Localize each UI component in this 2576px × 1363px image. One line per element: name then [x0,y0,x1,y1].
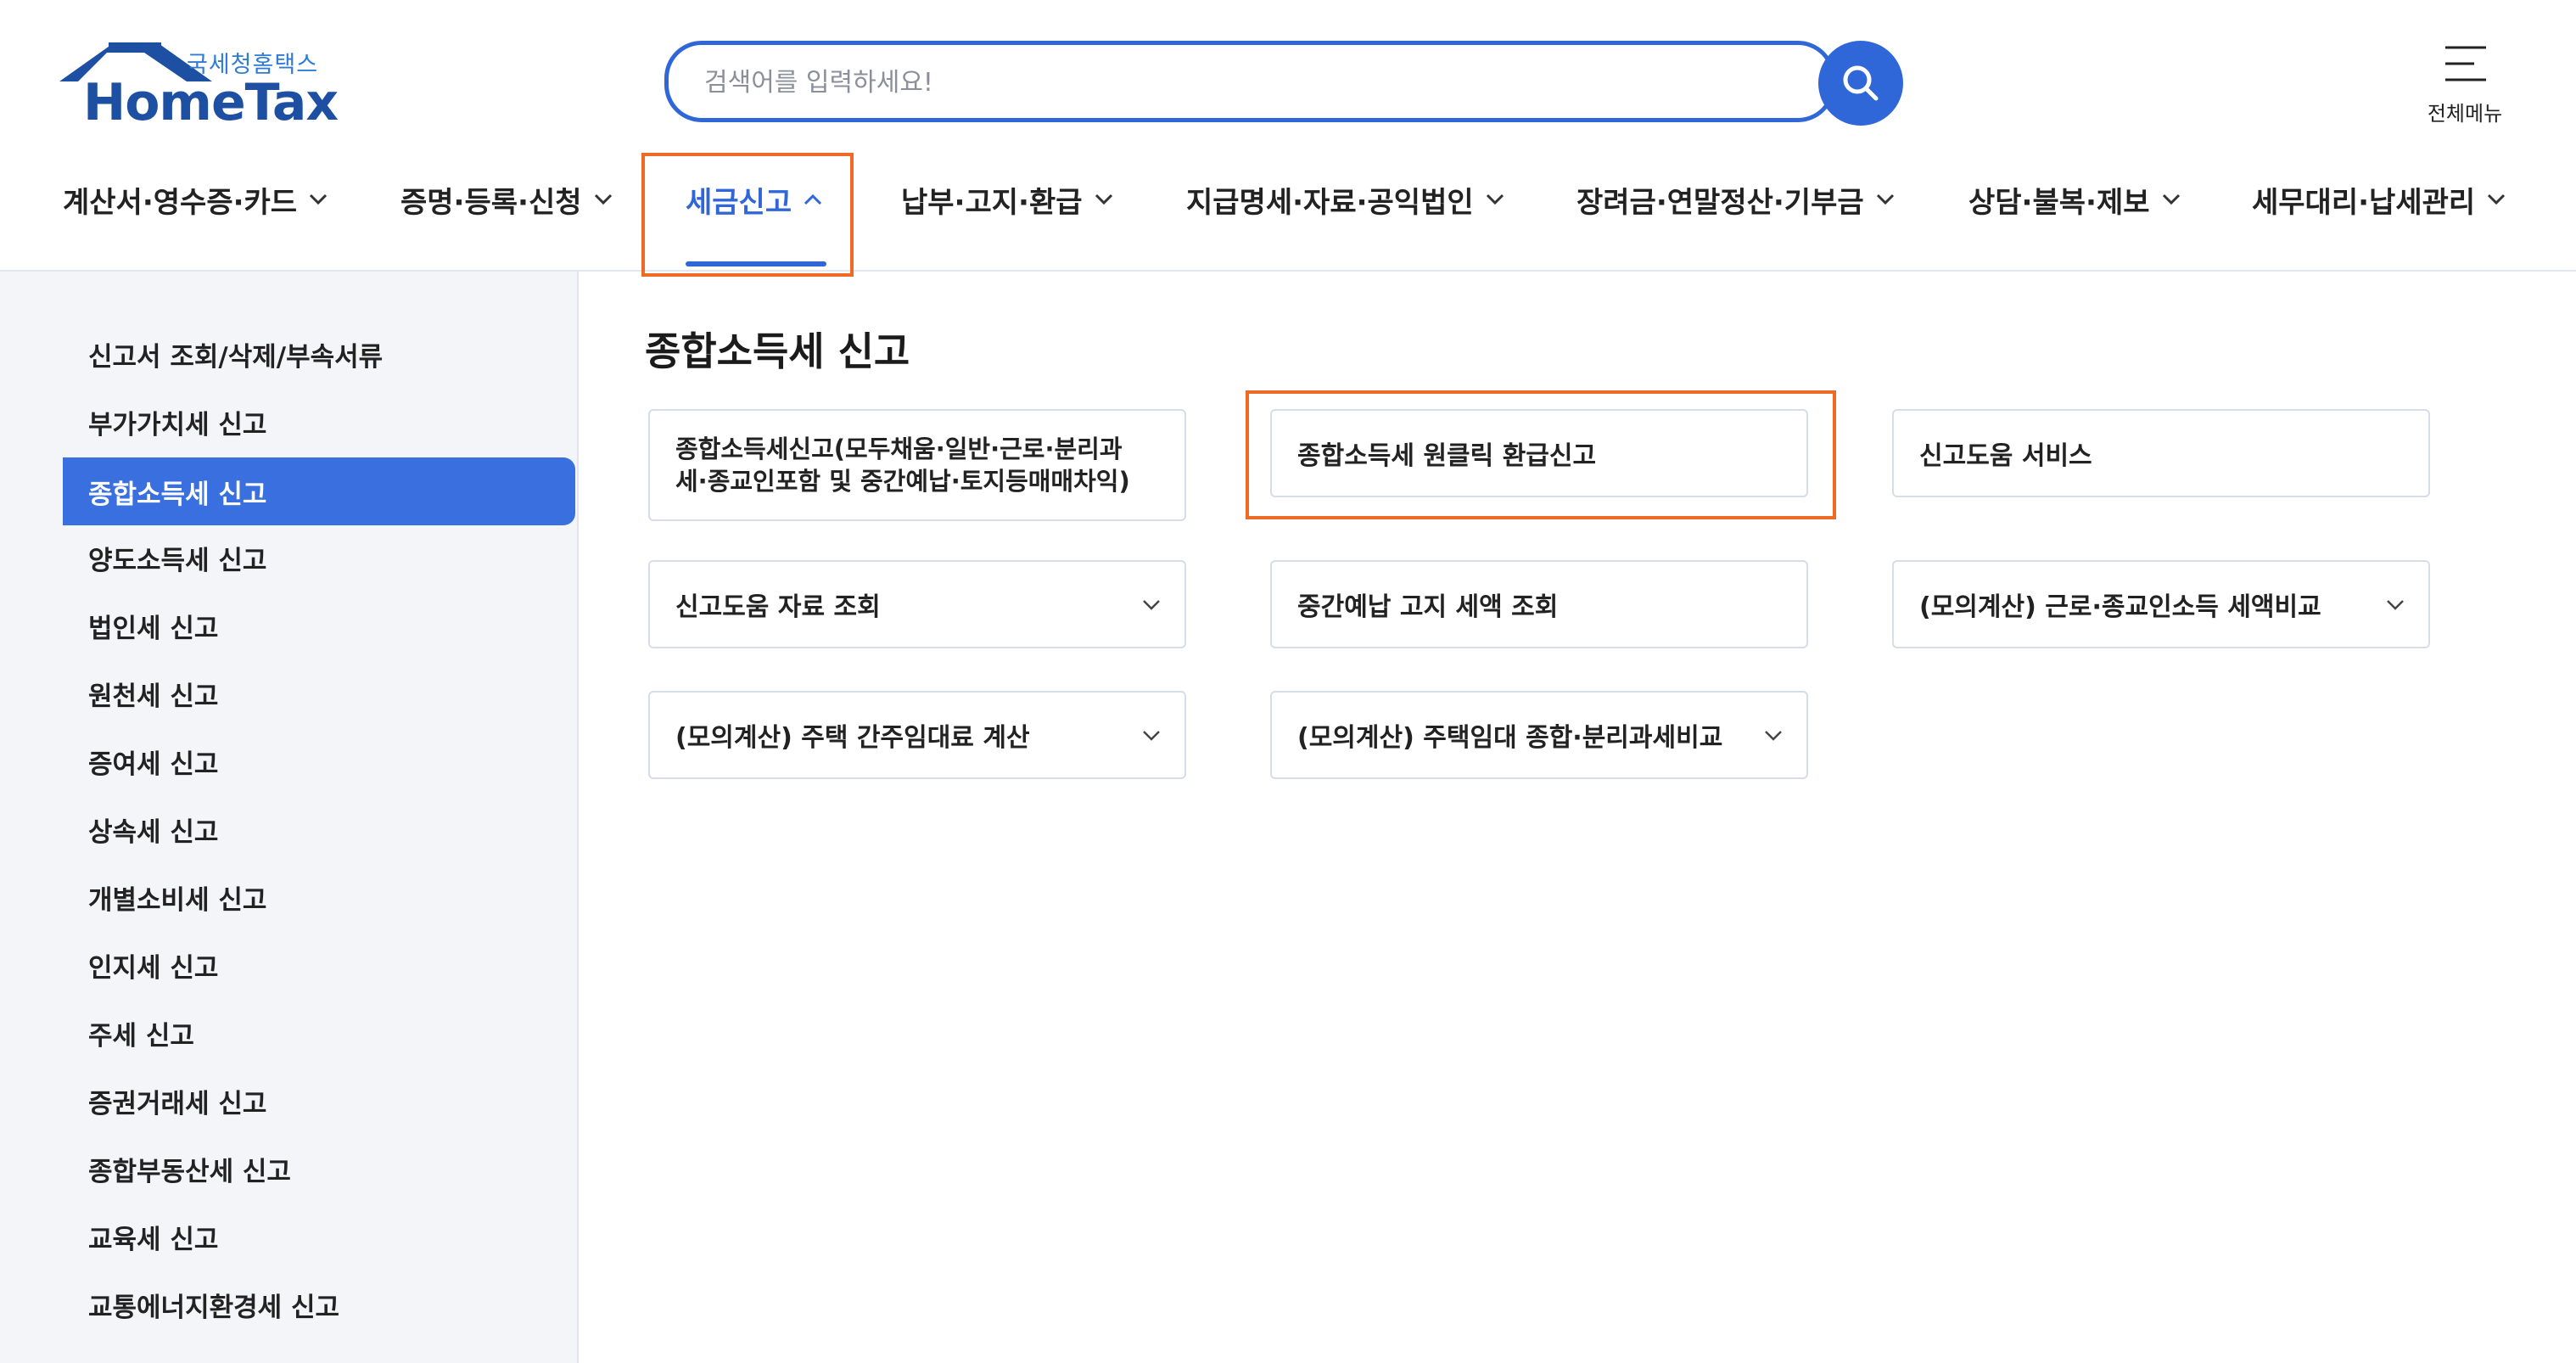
sidebar-item-inheritance[interactable]: 상속세 신고 [63,795,575,863]
sidebar: 신고서 조회/삭제/부속서류 부가가치세 신고 종합소득세 신고 양도소득세 신… [0,272,579,1363]
chevron-down-icon [1876,194,1894,205]
global-nav: 계산서·영수증·카드 증명·등록·신청 세금신고 납부·고지·환급 지급명세·자… [0,170,2576,246]
sidebar-item-income-tax[interactable]: 종합소득세 신고 [63,457,575,525]
sidebar-item-property[interactable]: 종합부동산세 신고 [63,1135,575,1203]
chevron-down-icon [1486,194,1504,205]
logo-english-text: HomeTax [83,73,339,132]
hometax-logo[interactable]: 국세청홈택스 HomeTax [59,41,339,132]
sidebar-item-report-lookup[interactable]: 신고서 조회/삭제/부속서류 [63,320,575,388]
sidebar-item-education[interactable]: 교육세 신고 [63,1203,575,1270]
gnb-item-consultation[interactable]: 상담·불복·제보 [1968,170,2181,229]
header: 국세청홈택스 HomeTax 전체메뉴 계산서·영수증·카드 증명·등록·신청 … [0,0,2576,277]
chevron-down-icon [310,194,328,205]
card-filing-help-service[interactable]: 신고도움 서비스 [1892,409,2430,497]
chevron-down-icon [1143,731,1160,741]
search-box [664,41,1835,122]
card-label: (모의계산) 주택임대 종합·분리과세비교 [1297,723,1723,753]
gnb-item-label: 장려금·연말정산·기부금 [1576,185,1864,220]
gnb-item-label: 납부·고지·환급 [901,185,1083,220]
sidebar-item-stamp[interactable]: 인지세 신고 [63,931,575,999]
card-label: 종합소득세신고(모두채움·일반·근로·분리과세·종교인포함 및 중간예납·토지등… [675,435,1130,496]
card-help-data-lookup[interactable]: 신고도움 자료 조회 [648,560,1186,648]
card-label: 중간예납 고지 세액 조회 [1297,592,1559,622]
card-income-tax-filing[interactable]: 종합소득세신고(모두채움·일반·근로·분리과세·종교인포함 및 중간예납·토지등… [648,409,1186,521]
chevron-down-icon [2162,194,2180,205]
page-title: 종합소득세 신고 [645,328,910,374]
search-button[interactable] [1818,41,1903,126]
sidebar-item-capital-gains[interactable]: 양도소득세 신고 [63,524,575,592]
gnb-item-label: 지급명세·자료·공익법인 [1186,185,1474,220]
gnb-item-label: 계산서·영수증·카드 [63,185,298,220]
sidebar-item-withholding[interactable]: 원천세 신고 [63,659,575,727]
sidebar-item-gift-tax[interactable]: 증여세 신고 [63,727,575,795]
sidebar-item-transport[interactable]: 교통에너지환경세 신고 [63,1270,575,1338]
card-interim-notice-lookup[interactable]: 중간예납 고지 세액 조회 [1270,560,1808,648]
chevron-down-icon [1095,194,1112,205]
highlight-box-nav [641,153,854,277]
all-menu-label: 전체메뉴 [2427,102,2503,126]
chevron-down-icon [2387,600,2404,610]
chevron-down-icon [1765,731,1782,741]
hamburger-icon [2445,46,2486,81]
sidebar-item-securities[interactable]: 증권거래세 신고 [63,1067,575,1135]
gnb-item-invoice[interactable]: 계산서·영수증·카드 [63,170,328,229]
chevron-down-icon [1143,600,1160,610]
card-sim-religious-income[interactable]: (모의계산) 근로·종교인소득 세액비교 [1892,560,2430,648]
search-icon [1843,65,1879,101]
sidebar-item-excise[interactable]: 개별소비세 신고 [63,863,575,931]
gnb-item-tax-agent[interactable]: 세무대리·납세관리 [2252,170,2506,229]
card-label: 신고도움 서비스 [1919,441,2092,471]
sidebar-item-liquor[interactable]: 주세 신고 [63,999,575,1067]
chevron-down-icon [2488,194,2506,205]
chevron-down-icon [594,194,612,205]
gnb-item-label: 세무대리·납세관리 [2252,185,2476,220]
highlight-box-card [1246,390,1836,519]
sidebar-item-vat[interactable]: 부가가치세 신고 [63,388,575,456]
card-label: (모의계산) 근로·종교인소득 세액비교 [1919,592,2321,622]
card-sim-rental-comparison[interactable]: (모의계산) 주택임대 종합·분리과세비교 [1270,691,1808,779]
search-input[interactable] [703,45,1809,120]
gnb-item-incentives[interactable]: 장려금·연말정산·기부금 [1576,170,1895,229]
card-label: (모의계산) 주택 간주임대료 계산 [675,723,1030,753]
gnb-item-label: 상담·불복·제보 [1968,185,2150,220]
sidebar-item-corporate-tax[interactable]: 법인세 신고 [63,592,575,659]
gnb-item-payment[interactable]: 납부·고지·환급 [901,170,1113,229]
gnb-item-label: 증명·등록·신청 [400,185,582,220]
card-label: 신고도움 자료 조회 [675,592,881,622]
card-sim-deemed-rent[interactable]: (모의계산) 주택 간주임대료 계산 [648,691,1186,779]
all-menu-button[interactable]: 전체메뉴 [2418,39,2512,132]
gnb-item-statements[interactable]: 지급명세·자료·공익법인 [1186,170,1504,229]
gnb-item-certificate[interactable]: 증명·등록·신청 [400,170,613,229]
